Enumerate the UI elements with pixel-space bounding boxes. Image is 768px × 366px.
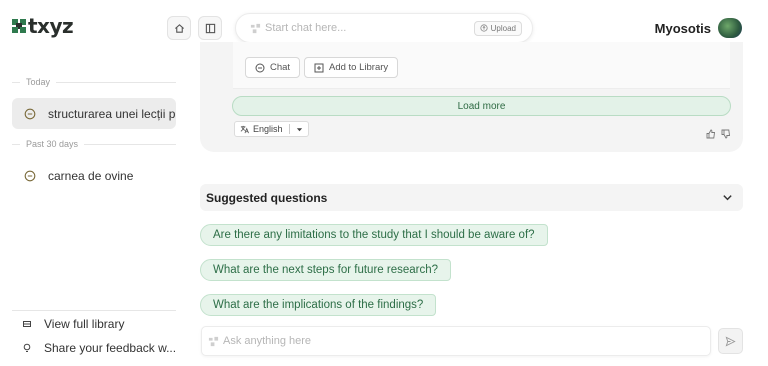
chat-button-label: Chat	[270, 62, 291, 73]
translate-icon	[240, 125, 249, 133]
section-label-past-30-days: Past 30 days	[26, 139, 79, 149]
section-past-30-days: Past 30 days	[12, 139, 176, 149]
start-chat-input[interactable]: Start chat here...	[265, 22, 474, 34]
library-icon	[23, 321, 31, 327]
history-item-label: structurarea unei lecții p	[48, 106, 176, 121]
chevron-down-icon	[723, 195, 732, 201]
sparkle-icon	[250, 23, 261, 33]
start-chat-bar[interactable]: Start chat here... Upload	[235, 13, 533, 43]
chat-bubble-icon	[24, 170, 36, 181]
upload-icon	[480, 24, 488, 32]
caret-down-icon	[296, 127, 302, 131]
load-more-button[interactable]: Load more	[232, 96, 731, 116]
suggested-question[interactable]: Are there any limitations to the study t…	[200, 224, 548, 246]
user-menu[interactable]: Myosotis	[655, 18, 742, 38]
chat-button[interactable]: Chat	[245, 57, 301, 78]
upload-button[interactable]: Upload	[473, 20, 522, 36]
language-label: English	[253, 124, 283, 134]
ask-input[interactable]: Ask anything here	[201, 326, 711, 356]
thumbs-down-button[interactable]	[721, 126, 731, 144]
logo-mark-icon	[12, 19, 26, 33]
history-item[interactable]: structurarea unei lecții p	[12, 98, 176, 129]
suggested-questions-title: Suggested questions	[206, 190, 328, 205]
logo[interactable]: txyz	[12, 14, 74, 38]
share-feedback-link[interactable]: Share your feedback w...	[22, 341, 176, 355]
suggested-question[interactable]: What are the implications of the finding…	[200, 294, 437, 316]
sidebar-divider	[12, 310, 176, 311]
chat-icon	[255, 63, 265, 72]
add-to-library-button[interactable]: Add to Library	[304, 57, 399, 78]
language-divider	[288, 124, 290, 134]
share-feedback-label: Share your feedback w...	[44, 341, 177, 355]
suggested-questions-header[interactable]: Suggested questions	[200, 184, 743, 211]
avatar[interactable]	[718, 18, 742, 38]
send-button[interactable]	[718, 328, 743, 354]
thumbs-down-icon	[721, 129, 731, 139]
history-item[interactable]: carnea de ovine	[12, 160, 176, 191]
upload-label: Upload	[490, 23, 516, 33]
sidebar-toggle-icon	[205, 23, 215, 33]
ask-placeholder: Ask anything here	[223, 335, 312, 347]
toggle-sidebar-button[interactable]	[198, 16, 222, 40]
thumbs-up-button[interactable]	[706, 126, 716, 144]
add-to-library-label: Add to Library	[329, 62, 389, 73]
home-icon	[174, 23, 184, 33]
sparkle-icon	[208, 336, 219, 346]
plus-square-icon	[314, 63, 324, 72]
view-library-link[interactable]: View full library	[22, 317, 124, 331]
suggested-question[interactable]: What are the next steps for future resea…	[200, 259, 452, 281]
chat-bubble-icon	[24, 108, 36, 119]
logo-text: txyz	[28, 14, 74, 38]
section-today: Today	[12, 77, 176, 87]
home-button[interactable]	[167, 16, 191, 40]
section-label-today: Today	[26, 77, 51, 87]
lightbulb-icon	[23, 343, 31, 352]
thumbs-up-icon	[706, 129, 716, 139]
history-item-label: carnea de ovine	[48, 168, 134, 183]
view-library-label: View full library	[44, 317, 125, 331]
user-name: Myosotis	[654, 20, 711, 36]
send-icon	[725, 335, 736, 347]
language-select[interactable]: English	[234, 121, 309, 137]
